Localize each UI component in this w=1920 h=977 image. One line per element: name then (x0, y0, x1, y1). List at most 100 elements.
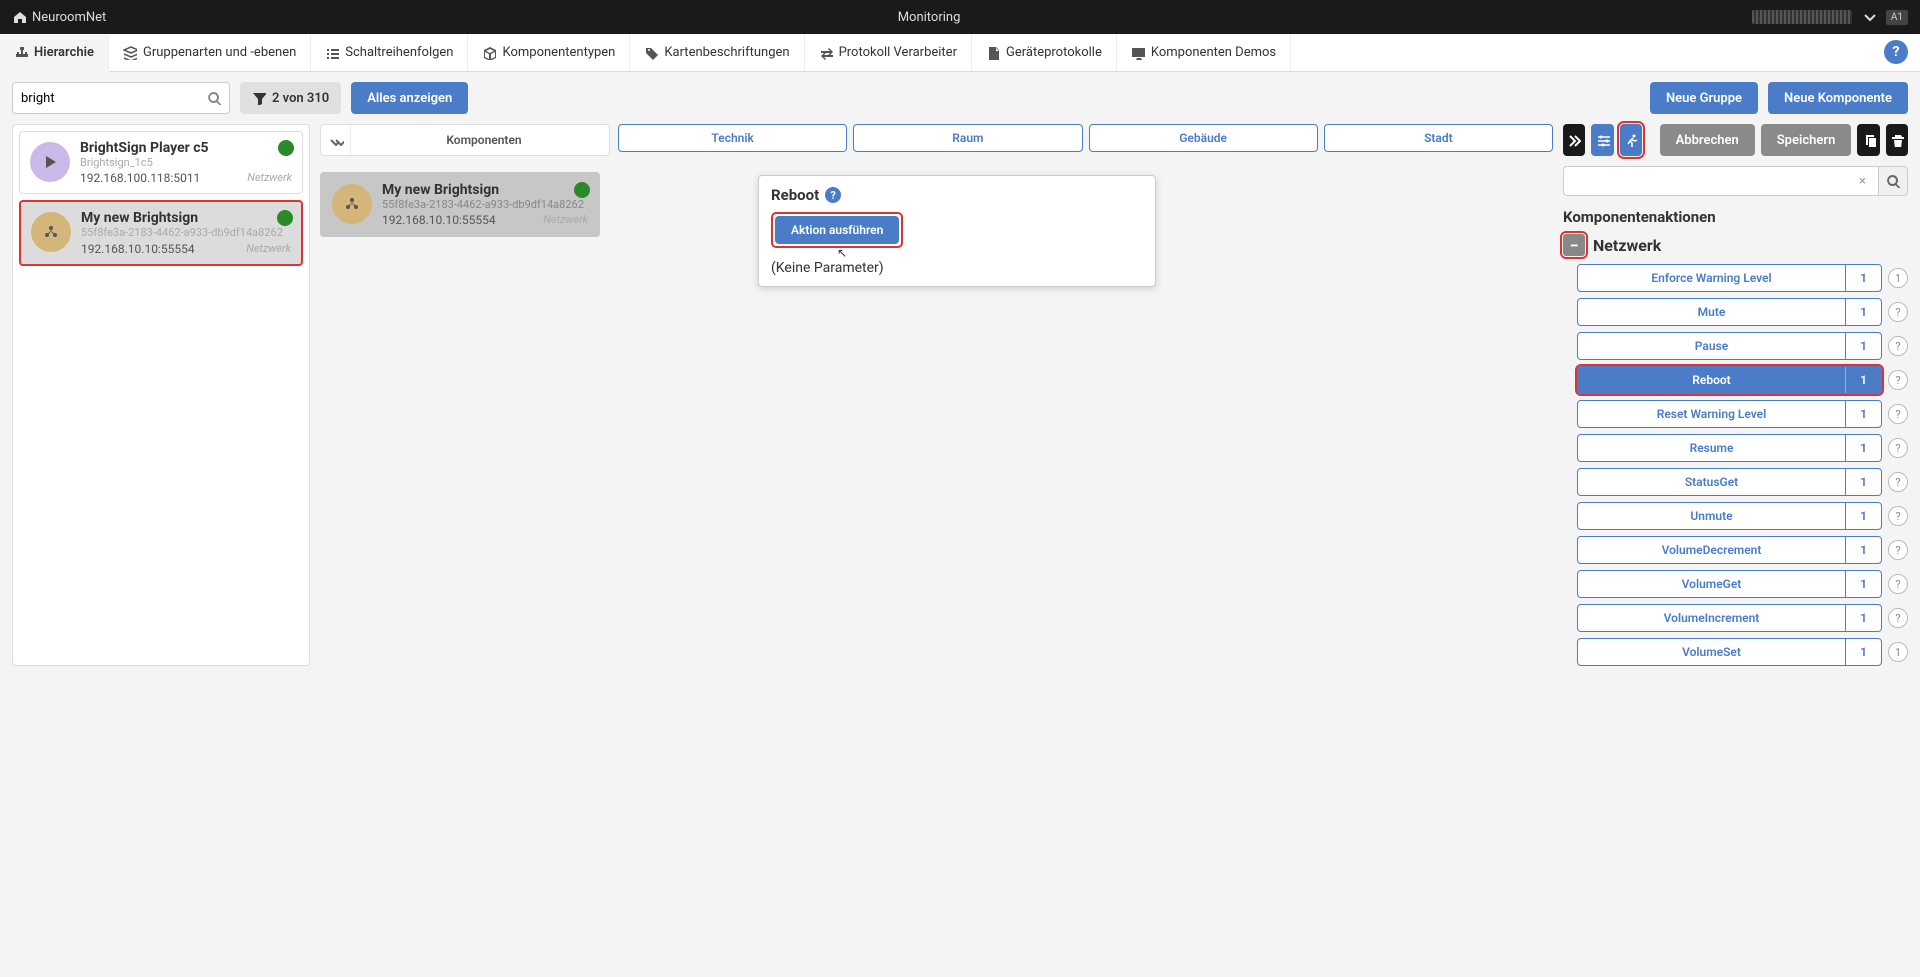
device-title: My new Brightsign (382, 182, 588, 198)
mid-header: Komponenten (320, 124, 610, 156)
right-panel: Abbrechen Speichern × Komponentenaktione… (1563, 124, 1908, 666)
action-help-icon[interactable]: 1 (1888, 642, 1908, 662)
device-list: BrightSign Player c5Brightsign_1c5192.16… (12, 124, 310, 666)
search-box[interactable] (12, 82, 230, 114)
action-volumedecrement[interactable]: VolumeDecrement1 (1577, 536, 1882, 564)
action-statusget[interactable]: StatusGet1 (1577, 468, 1882, 496)
expand-right-button[interactable] (1563, 124, 1585, 156)
action-volumeincrement[interactable]: VolumeIncrement1 (1577, 604, 1882, 632)
device-address: 192.168.100.118:5011 (80, 171, 200, 185)
action-enforce-warning-level[interactable]: Enforce Warning Level1 (1577, 264, 1882, 292)
user-name[interactable] (1752, 10, 1852, 24)
help-icon[interactable]: ? (1884, 40, 1908, 64)
tab-hierarchie[interactable]: Hierarchie (0, 35, 109, 72)
chevron-down-icon[interactable] (1862, 10, 1876, 24)
device-card[interactable]: BrightSign Player c5Brightsign_1c5192.16… (19, 131, 303, 194)
action-label: Reboot (1578, 373, 1845, 387)
copy-button[interactable] (1857, 124, 1879, 156)
run-mode-button[interactable] (1620, 124, 1642, 156)
home-icon[interactable] (12, 10, 26, 24)
device-uuid: 55f8fe3a-2183-4462-a933-db9df14a8262 (382, 198, 588, 212)
list-icon (325, 46, 339, 60)
page-title: Monitoring (898, 10, 961, 25)
action-row: Unmute1? (1577, 502, 1908, 530)
new-component-button[interactable]: Neue Komponente (1768, 82, 1908, 114)
action-count: 1 (1845, 469, 1881, 495)
action-help-icon[interactable]: ? (1888, 404, 1908, 424)
pill-gebäude[interactable]: Gebäude (1089, 124, 1318, 152)
action-help-icon[interactable]: ? (1888, 336, 1908, 356)
action-resume[interactable]: Resume1 (1577, 434, 1882, 462)
tab-protokoll-verarbeiter[interactable]: Protokoll Verarbeiter (805, 34, 972, 71)
action-row: Enforce Warning Level1 1 (1577, 264, 1908, 292)
right-search: × (1563, 166, 1908, 196)
action-help-icon[interactable]: ? (1888, 540, 1908, 560)
action-volumeset[interactable]: VolumeSet1 (1577, 638, 1882, 666)
filter-icon (252, 91, 266, 105)
save-button[interactable]: Speichern (1761, 124, 1852, 156)
status-dot-icon (278, 140, 294, 156)
pill-technik[interactable]: Technik (618, 124, 847, 152)
action-count: 1 (1845, 333, 1881, 359)
action-row: Reboot1? (1577, 366, 1908, 394)
action-count: 1 (1845, 571, 1881, 597)
search-go-button[interactable] (1878, 166, 1908, 196)
action-help-icon[interactable]: ? (1888, 302, 1908, 322)
right-search-input[interactable] (1572, 174, 1855, 189)
action-help-icon[interactable]: ? (1888, 438, 1908, 458)
new-group-button[interactable]: Neue Gruppe (1650, 82, 1758, 114)
action-row: Mute1? (1577, 298, 1908, 326)
action-row: VolumeDecrement1? (1577, 536, 1908, 564)
tab-kartenbeschriftungen[interactable]: Kartenbeschriftungen (630, 34, 804, 71)
action-pause[interactable]: Pause1 (1577, 332, 1882, 360)
clear-icon[interactable]: × (1855, 174, 1870, 189)
action-help-icon[interactable]: ? (1888, 472, 1908, 492)
pill-raum[interactable]: Raum (853, 124, 1082, 152)
brand-label[interactable]: NeuroomNet (32, 10, 106, 25)
search-icon[interactable] (207, 91, 221, 105)
nav-tabs: Hierarchie Gruppenarten und -ebenen Schalt… (0, 34, 1920, 72)
show-all-button[interactable]: Alles anzeigen (351, 82, 468, 114)
action-help-icon[interactable]: 1 (1888, 268, 1908, 288)
expand-down-icon[interactable] (321, 125, 351, 155)
tab-ger-teprotokolle[interactable]: Geräteprotokolle (972, 34, 1117, 71)
tab-komponententypen[interactable]: Komponententypen (468, 34, 630, 71)
tab-komponenten-demos[interactable]: Komponenten Demos (1117, 34, 1291, 71)
delete-button[interactable] (1886, 124, 1908, 156)
subsection-label: Netzwerk (1593, 236, 1661, 255)
selected-device-card[interactable]: My new Brightsign 55f8fe3a-2183-4462-a93… (320, 172, 600, 237)
action-count: 1 (1845, 299, 1881, 325)
action-label: VolumeIncrement (1578, 611, 1845, 625)
filter-chip[interactable]: 2 von 310 (240, 82, 341, 114)
action-row: Resume1? (1577, 434, 1908, 462)
action-reboot[interactable]: Reboot1 (1577, 366, 1882, 394)
device-card[interactable]: My new Brightsign55f8fe3a-2183-4462-a933… (19, 200, 303, 265)
tab-schaltreihenfolgen[interactable]: Schaltreihenfolgen (311, 34, 468, 71)
device-title: My new Brightsign (81, 210, 291, 226)
action-help-icon[interactable]: ? (1888, 608, 1908, 628)
collapse-button[interactable]: − (1563, 234, 1585, 256)
file-icon (986, 46, 1000, 60)
topbar: NeuroomNet Monitoring A1 (0, 0, 1920, 34)
action-help-icon[interactable]: ? (1888, 506, 1908, 526)
cancel-button[interactable]: Abbrechen (1660, 124, 1755, 156)
action-count: 1 (1845, 435, 1881, 461)
execute-action-button[interactable]: Aktion ausführen (775, 216, 899, 244)
device-icon (30, 142, 70, 182)
tab-gruppenarten-und-ebenen[interactable]: Gruppenarten und -ebenen (109, 34, 311, 71)
pill-stadt[interactable]: Stadt (1324, 124, 1553, 152)
action-help-icon[interactable]: ? (1888, 574, 1908, 594)
action-label: Pause (1578, 339, 1845, 353)
sliders-button[interactable] (1591, 124, 1613, 156)
action-reset-warning-level[interactable]: Reset Warning Level1 (1577, 400, 1882, 428)
action-volumeget[interactable]: VolumeGet1 (1577, 570, 1882, 598)
action-label: VolumeGet (1578, 577, 1845, 591)
device-icon (332, 184, 372, 224)
keyboard-badge[interactable]: A1 (1886, 10, 1908, 25)
tab-label: Gruppenarten und -ebenen (143, 45, 296, 60)
popup-help-icon[interactable]: ? (825, 187, 841, 203)
action-help-icon[interactable]: ? (1888, 370, 1908, 390)
action-unmute[interactable]: Unmute1 (1577, 502, 1882, 530)
search-input[interactable] (21, 91, 207, 106)
action-mute[interactable]: Mute1 (1577, 298, 1882, 326)
